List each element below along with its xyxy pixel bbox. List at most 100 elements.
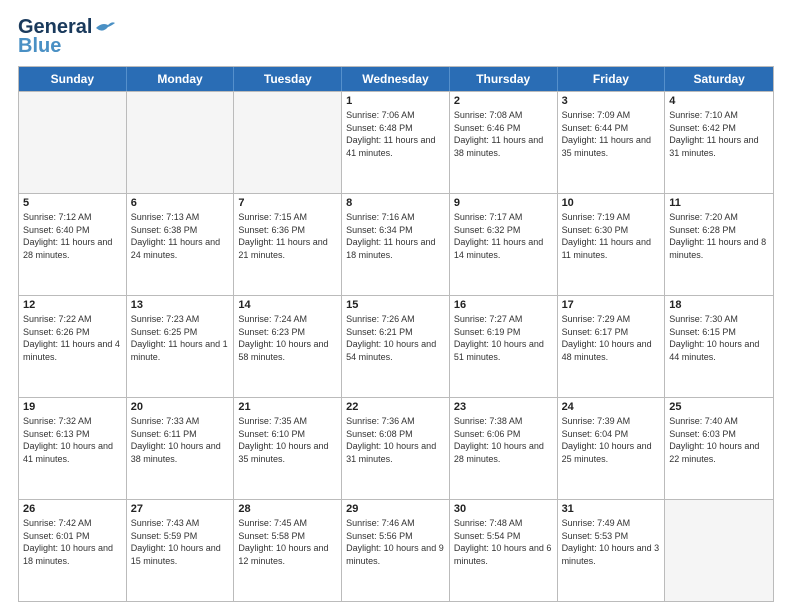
calendar-cell-6: 6 Sunrise: 7:13 AMSunset: 6:38 PMDaylight… [127,194,235,295]
cell-info: Sunrise: 7:38 AMSunset: 6:06 PMDaylight:… [454,415,553,465]
cell-info: Sunrise: 7:22 AMSunset: 6:26 PMDaylight:… [23,313,122,363]
calendar-cell-3: 3 Sunrise: 7:09 AMSunset: 6:44 PMDaylight… [558,92,666,193]
day-number: 4 [669,95,769,107]
calendar-row-3: 19 Sunrise: 7:32 AMSunset: 6:13 PMDayligh… [19,397,773,499]
cell-info: Sunrise: 7:48 AMSunset: 5:54 PMDaylight:… [454,517,553,567]
logo-blue: Blue [18,35,61,58]
cell-info: Sunrise: 7:15 AMSunset: 6:36 PMDaylight:… [238,211,337,261]
calendar-body: 1Sunrise: 7:06 AMSunset: 6:48 PMDaylight… [19,91,773,601]
cell-info: Sunrise: 7:35 AMSunset: 6:10 PMDaylight:… [238,415,337,465]
cell-info: Sunrise: 7:13 AMSunset: 6:38 PMDaylight:… [131,211,230,261]
calendar-row-1: 5 Sunrise: 7:12 AMSunset: 6:40 PMDaylight… [19,193,773,295]
calendar-cell-empty [234,92,342,193]
calendar-row-2: 12 Sunrise: 7:22 AMSunset: 6:26 PMDayligh… [19,295,773,397]
day-number: 8 [346,197,445,209]
calendar-cell-28: 28 Sunrise: 7:45 AMSunset: 5:58 PMDayligh… [234,500,342,601]
day-number: 25 [669,401,769,413]
cell-info: Sunrise: 7:16 AMSunset: 6:34 PMDaylight:… [346,211,445,261]
logo-bird-icon [94,20,116,36]
cell-info: Sunrise: 7:45 AMSunset: 5:58 PMDaylight:… [238,517,337,567]
day-number: 12 [23,299,122,311]
cell-info: Sunrise: 7:09 AMSunset: 6:44 PMDaylight:… [562,109,661,159]
calendar-cell-21: 21Sunrise: 7:35 AMSunset: 6:10 PMDayligh… [234,398,342,499]
calendar-cell-25: 25 Sunrise: 7:40 AMSunset: 6:03 PMDayligh… [665,398,773,499]
cell-info: Sunrise: 7:10 AMSunset: 6:42 PMDaylight:… [669,109,769,159]
day-number: 13 [131,299,230,311]
header-tuesday: Tuesday [234,67,342,91]
cell-info: Sunrise: 7:46 AMSunset: 5:56 PMDaylight:… [346,517,445,567]
calendar-cell-13: 13 Sunrise: 7:23 AMSunset: 6:25 PMDayligh… [127,296,235,397]
day-number: 3 [562,95,661,107]
day-number: 16 [454,299,553,311]
day-number: 15 [346,299,445,311]
calendar-cell-23: 23 Sunrise: 7:38 AMSunset: 6:06 PMDayligh… [450,398,558,499]
cell-info: Sunrise: 7:32 AMSunset: 6:13 PMDaylight:… [23,415,122,465]
day-number: 14 [238,299,337,311]
day-number: 2 [454,95,553,107]
day-number: 19 [23,401,122,413]
cell-info: Sunrise: 7:42 AMSunset: 6:01 PMDaylight:… [23,517,122,567]
cell-info: Sunrise: 7:29 AMSunset: 6:17 PMDaylight:… [562,313,661,363]
calendar-cell-15: 15 Sunrise: 7:26 AMSunset: 6:21 PMDayligh… [342,296,450,397]
cell-info: Sunrise: 7:43 AMSunset: 5:59 PMDaylight:… [131,517,230,567]
day-number: 30 [454,503,553,515]
cell-info: Sunrise: 7:12 AMSunset: 6:40 PMDaylight:… [23,211,122,261]
day-number: 1 [346,95,445,107]
header-saturday: Saturday [665,67,773,91]
cell-info: Sunrise: 7:36 AMSunset: 6:08 PMDaylight:… [346,415,445,465]
cell-info: Sunrise: 7:40 AMSunset: 6:03 PMDaylight:… [669,415,769,465]
cell-info: Sunrise: 7:27 AMSunset: 6:19 PMDaylight:… [454,313,553,363]
cell-info: Sunrise: 7:49 AMSunset: 5:53 PMDaylight:… [562,517,661,567]
calendar-cell-11: 11 Sunrise: 7:20 AMSunset: 6:28 PMDayligh… [665,194,773,295]
day-number: 24 [562,401,661,413]
day-number: 29 [346,503,445,515]
day-number: 17 [562,299,661,311]
calendar-cell-9: 9 Sunrise: 7:17 AMSunset: 6:32 PMDaylight… [450,194,558,295]
calendar-cell-4: 4 Sunrise: 7:10 AMSunset: 6:42 PMDaylight… [665,92,773,193]
calendar-cell-26: 26Sunrise: 7:42 AMSunset: 6:01 PMDayligh… [19,500,127,601]
calendar-cell-14: 14 Sunrise: 7:24 AMSunset: 6:23 PMDayligh… [234,296,342,397]
page-header: General Blue [18,16,774,58]
day-number: 28 [238,503,337,515]
calendar-cell-24: 24 Sunrise: 7:39 AMSunset: 6:04 PMDayligh… [558,398,666,499]
calendar-cell-30: 30 Sunrise: 7:48 AMSunset: 5:54 PMDayligh… [450,500,558,601]
day-number: 5 [23,197,122,209]
day-number: 22 [346,401,445,413]
calendar-cell-16: 16 Sunrise: 7:27 AMSunset: 6:19 PMDayligh… [450,296,558,397]
calendar-cell-31: 31 Sunrise: 7:49 AMSunset: 5:53 PMDayligh… [558,500,666,601]
day-number: 7 [238,197,337,209]
cell-info: Sunrise: 7:20 AMSunset: 6:28 PMDaylight:… [669,211,769,261]
cell-info: Sunrise: 7:26 AMSunset: 6:21 PMDaylight:… [346,313,445,363]
calendar-row-4: 26Sunrise: 7:42 AMSunset: 6:01 PMDayligh… [19,499,773,601]
calendar-cell-18: 18Sunrise: 7:30 AMSunset: 6:15 PMDayligh… [665,296,773,397]
calendar-cell-12: 12 Sunrise: 7:22 AMSunset: 6:26 PMDayligh… [19,296,127,397]
day-number: 31 [562,503,661,515]
day-number: 20 [131,401,230,413]
calendar-cell-2: 2Sunrise: 7:08 AMSunset: 6:46 PMDaylight… [450,92,558,193]
calendar-cell-5: 5 Sunrise: 7:12 AMSunset: 6:40 PMDaylight… [19,194,127,295]
calendar: SundayMondayTuesdayWednesdayThursdayFrid… [18,66,774,602]
calendar-cell-27: 27Sunrise: 7:43 AMSunset: 5:59 PMDayligh… [127,500,235,601]
cell-info: Sunrise: 7:17 AMSunset: 6:32 PMDaylight:… [454,211,553,261]
cell-info: Sunrise: 7:39 AMSunset: 6:04 PMDaylight:… [562,415,661,465]
day-number: 11 [669,197,769,209]
header-wednesday: Wednesday [342,67,450,91]
calendar-page: General Blue SundayMondayTuesdayWednesda… [0,0,792,612]
calendar-cell-8: 8 Sunrise: 7:16 AMSunset: 6:34 PMDaylight… [342,194,450,295]
calendar-cell-17: 17 Sunrise: 7:29 AMSunset: 6:17 PMDayligh… [558,296,666,397]
calendar-cell-20: 20Sunrise: 7:33 AMSunset: 6:11 PMDayligh… [127,398,235,499]
calendar-cell-7: 7 Sunrise: 7:15 AMSunset: 6:36 PMDaylight… [234,194,342,295]
cell-info: Sunrise: 7:19 AMSunset: 6:30 PMDaylight:… [562,211,661,261]
header-monday: Monday [127,67,235,91]
calendar-cell-29: 29 Sunrise: 7:46 AMSunset: 5:56 PMDayligh… [342,500,450,601]
calendar-row-0: 1Sunrise: 7:06 AMSunset: 6:48 PMDaylight… [19,91,773,193]
day-number: 18 [669,299,769,311]
header-friday: Friday [558,67,666,91]
calendar-cell-22: 22 Sunrise: 7:36 AMSunset: 6:08 PMDayligh… [342,398,450,499]
day-number: 23 [454,401,553,413]
cell-info: Sunrise: 7:24 AMSunset: 6:23 PMDaylight:… [238,313,337,363]
day-number: 6 [131,197,230,209]
header-thursday: Thursday [450,67,558,91]
cell-info: Sunrise: 7:23 AMSunset: 6:25 PMDaylight:… [131,313,230,363]
day-number: 9 [454,197,553,209]
